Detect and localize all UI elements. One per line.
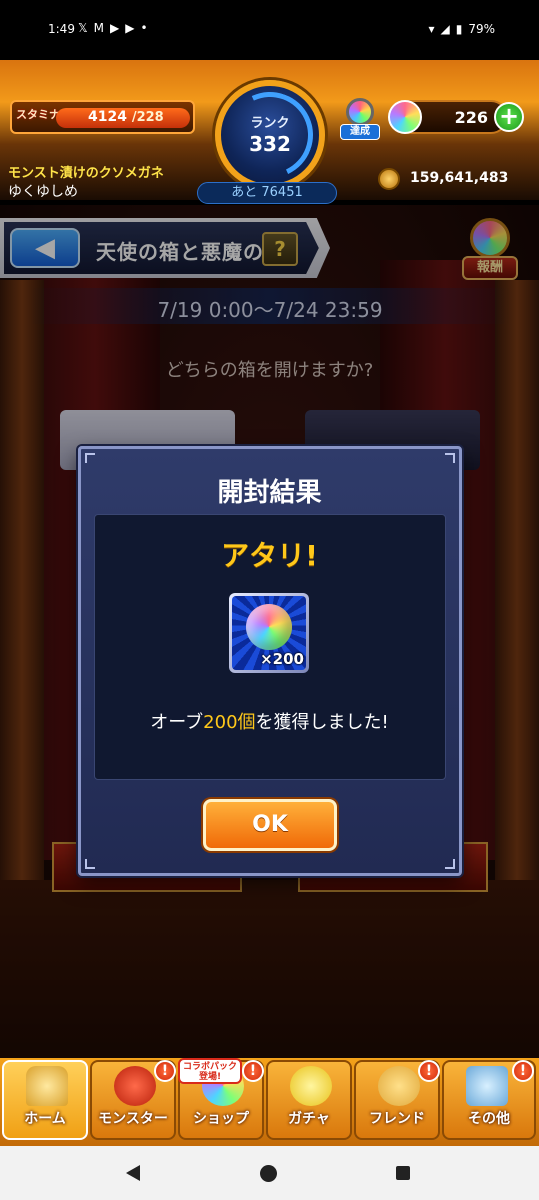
- result-message-suffix: を獲得しました!: [255, 712, 389, 733]
- system-indicators: ▾ ◢ ▮ 79%: [428, 22, 495, 36]
- status-bar: 1:49 𝕏 M ▶ ▶ • ▾ ◢ ▮ 79%: [0, 0, 539, 60]
- x-app-icon: 𝕏: [78, 21, 88, 35]
- notification-icons: 𝕏 M ▶ ▶ •: [78, 21, 148, 35]
- dialog-corner: [85, 453, 95, 463]
- result-message: オーブ200個を獲得しました!: [0, 708, 539, 734]
- nav-other-label: その他: [468, 1111, 510, 1127]
- nav-friend[interactable]: フレンド !: [354, 1060, 440, 1140]
- nav-shop-label: ショップ: [193, 1111, 249, 1127]
- stamina-text: 4124 /228: [88, 109, 164, 125]
- reward-tile-background: ×200: [232, 596, 306, 670]
- clock: 1:49: [48, 22, 75, 36]
- alert-badge: !: [512, 1060, 534, 1082]
- youtube-icon: ▶: [125, 21, 135, 35]
- dialog-title: 開封結果: [217, 478, 322, 508]
- achievement-button[interactable]: 達成: [340, 98, 380, 140]
- friend-icon: [378, 1066, 420, 1106]
- coin-icon: [378, 168, 400, 190]
- system-recents-icon[interactable]: [396, 1166, 410, 1180]
- player-name: ゆくゆしめ: [8, 184, 78, 200]
- stamina-bar: 4124 /228: [56, 108, 190, 128]
- rank-badge[interactable]: ランク 332: [214, 79, 326, 191]
- stamina-current: 4124: [88, 109, 127, 125]
- buy-orb-button[interactable]: +: [494, 102, 524, 132]
- battery-percent: 79%: [468, 22, 495, 36]
- gacha-egg-icon: [290, 1066, 332, 1106]
- reward-quantity: ×200: [260, 650, 304, 668]
- reward-item-tile: ×200: [229, 593, 309, 673]
- alert-badge: !: [242, 1060, 264, 1082]
- nav-gacha-label: ガチャ: [288, 1111, 330, 1127]
- rank-value: 332: [249, 132, 291, 156]
- rank-label: ランク: [250, 116, 290, 131]
- result-message-amount: 200個: [203, 712, 256, 733]
- monster-icon: [114, 1066, 156, 1106]
- home-icon: [26, 1066, 68, 1106]
- dot-icon: •: [140, 21, 148, 35]
- ok-button-label: OK: [252, 812, 288, 837]
- dialog-corner: [445, 859, 455, 869]
- system-back-icon[interactable]: [126, 1165, 140, 1181]
- achievement-orb-icon: [346, 98, 374, 126]
- other-menu-icon: [466, 1066, 508, 1106]
- alert-badge: !: [154, 1060, 176, 1082]
- coin-count: 159,641,483: [410, 170, 509, 186]
- collab-pack-tag: コラボパック登場!: [178, 1058, 242, 1084]
- battery-icon: ▮: [455, 22, 463, 36]
- signal-icon: ◢: [440, 22, 450, 36]
- alert-badge: !: [418, 1060, 440, 1082]
- stamina-max: /228: [131, 110, 164, 125]
- result-message-prefix: オーブ: [150, 712, 204, 733]
- dialog-corner: [85, 859, 95, 869]
- orb-count: 226: [454, 108, 488, 127]
- wifi-icon: ▾: [428, 22, 435, 36]
- nav-monster[interactable]: モンスター !: [90, 1060, 176, 1140]
- nav-monster-label: モンスター: [98, 1111, 168, 1127]
- stamina-icon: スタミナ: [16, 108, 60, 121]
- ok-button[interactable]: OK: [203, 799, 337, 851]
- mail-icon: M: [93, 21, 105, 35]
- orb-icon: [388, 100, 422, 134]
- nav-friend-label: フレンド: [369, 1111, 425, 1127]
- stamina-meter: スタミナ 4124 /228: [10, 100, 195, 134]
- nav-home-label: ホーム: [24, 1111, 66, 1127]
- rank-next-exp: あと 76451: [197, 182, 337, 204]
- youtube-icon: ▶: [110, 21, 120, 35]
- dialog-corner: [445, 453, 455, 463]
- nav-other[interactable]: その他 !: [442, 1060, 536, 1140]
- rainbow-orb-icon: [246, 604, 292, 650]
- player-title: モンスト漬けのクソメガネ: [8, 166, 164, 181]
- nav-gacha[interactable]: ガチャ: [266, 1060, 352, 1140]
- result-label: アタリ!: [221, 539, 318, 572]
- nav-home[interactable]: ホーム: [2, 1060, 88, 1140]
- system-home-icon[interactable]: [260, 1165, 277, 1182]
- achievement-label: 達成: [340, 124, 380, 140]
